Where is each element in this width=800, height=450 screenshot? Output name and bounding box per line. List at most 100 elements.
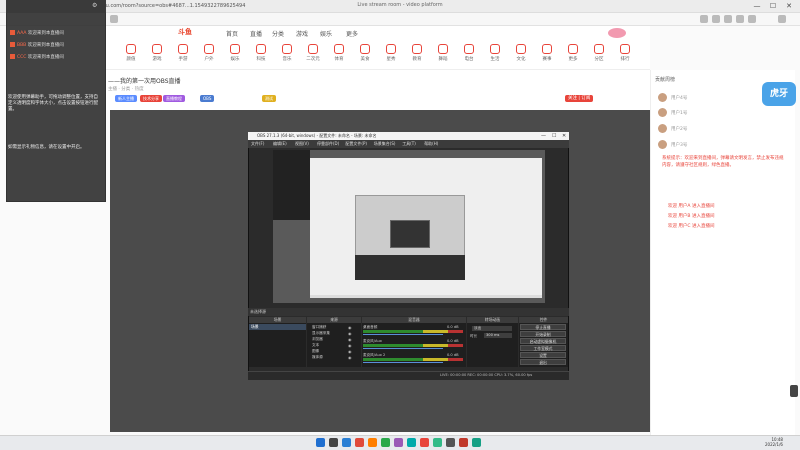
category-item[interactable]: 二次元 <box>302 44 324 68</box>
obs-menu-item[interactable]: 编辑(E) <box>273 141 287 147</box>
obs-control-button[interactable]: 停止直播 <box>520 324 566 330</box>
taskbar-app-icon[interactable] <box>406 438 416 447</box>
category-item[interactable]: 电台 <box>458 44 480 68</box>
taskbar-app-icon[interactable] <box>432 438 442 447</box>
category-item[interactable]: 生活 <box>484 44 506 68</box>
category-item[interactable]: 舞蹈 <box>432 44 454 68</box>
category-item[interactable]: 户外 <box>198 44 220 68</box>
category-item[interactable]: 体育 <box>328 44 350 68</box>
follow-button[interactable]: 关注 | 订阅 <box>565 95 594 102</box>
taskbar-app-icon[interactable] <box>419 438 429 447</box>
room-tag[interactable]: 测试 <box>262 95 276 102</box>
obs-menu-item[interactable]: 文件(F) <box>251 141 264 147</box>
obs-maximize-button[interactable]: ☐ <box>552 133 556 139</box>
eye-icon[interactable]: ◉ <box>348 349 352 354</box>
star-icon[interactable] <box>700 15 708 23</box>
category-item[interactable]: 分区 <box>588 44 610 68</box>
obs-control-button[interactable]: 工作室模式 <box>520 345 566 351</box>
nav-item-category[interactable]: 分类 <box>272 29 284 38</box>
rank-row[interactable]: 用户2号 <box>658 124 758 134</box>
category-item[interactable]: 颜值 <box>120 44 142 68</box>
taskbar-app-icon[interactable] <box>458 438 468 447</box>
taskbar-app-icon[interactable] <box>367 438 377 447</box>
nav-item-ent[interactable]: 娱乐 <box>320 29 332 38</box>
eye-icon[interactable]: ◉ <box>348 343 352 348</box>
back-icon[interactable] <box>110 15 118 23</box>
volume-slider[interactable] <box>363 348 443 349</box>
nav-item-live[interactable]: 直播 <box>250 29 262 38</box>
category-item[interactable]: 赛事 <box>536 44 558 68</box>
category-item[interactable]: 音乐 <box>276 44 298 68</box>
transition-select[interactable]: 淡出 <box>472 326 512 331</box>
user-avatar[interactable] <box>608 28 626 38</box>
room-tag[interactable]: OBS <box>200 95 215 102</box>
taskbar-app-icon[interactable] <box>445 438 455 447</box>
obs-control-button[interactable]: 退出 <box>520 359 566 365</box>
duration-field[interactable]: 300 ms <box>484 333 512 338</box>
obs-control-button[interactable]: 启动虚拟摄像机 <box>520 338 566 344</box>
site-logo[interactable]: 斗鱼 <box>178 27 210 37</box>
obs-menu-item[interactable]: 停靠部件(D) <box>317 141 339 147</box>
promo-badge[interactable]: 虎牙 <box>762 82 796 106</box>
gift-icon <box>10 30 15 35</box>
menu-icon[interactable] <box>778 15 786 23</box>
category-item[interactable]: 娱乐 <box>224 44 246 68</box>
category-item[interactable]: 更多 <box>562 44 584 68</box>
volume-slider[interactable] <box>363 362 443 363</box>
close-button[interactable]: ✕ <box>784 2 794 10</box>
maximize-button[interactable]: ☐ <box>768 2 778 10</box>
obs-control-button[interactable]: 开始录制 <box>520 331 566 337</box>
extensions-icon[interactable] <box>712 15 720 23</box>
taskbar-app-icon[interactable] <box>315 438 325 447</box>
room-tag[interactable]: 技术分享 <box>140 95 162 102</box>
taskbar-app-icon[interactable] <box>380 438 390 447</box>
url-field[interactable]: https://www.douyu.com/room?source=obs#46… <box>62 2 622 11</box>
category-item[interactable]: 游戏 <box>146 44 168 68</box>
nav-item-games[interactable]: 游戏 <box>296 29 308 38</box>
eye-icon[interactable]: ◉ <box>348 355 352 360</box>
collections-icon[interactable] <box>724 15 732 23</box>
obs-menu-item[interactable]: 视图(V) <box>295 141 309 147</box>
obs-status-text: LIVE: 00:00:00 REC: 00:00:00 CPU: 3.7%, … <box>440 373 533 377</box>
eye-icon[interactable]: ◉ <box>348 331 352 336</box>
profile-icon[interactable] <box>748 15 756 23</box>
volume-meter <box>363 344 463 347</box>
obs-minimize-button[interactable]: — <box>541 133 546 139</box>
taskbar-app-icon[interactable] <box>471 438 481 447</box>
volume-slider[interactable] <box>363 334 443 335</box>
scroll-button[interactable] <box>790 385 798 397</box>
download-icon[interactable] <box>736 15 744 23</box>
category-item[interactable]: 手游 <box>172 44 194 68</box>
obs-menu-item[interactable]: 配置文件(P) <box>345 141 367 147</box>
eye-icon[interactable]: ◉ <box>348 337 352 342</box>
obs-menu-item[interactable]: 场景集合(S) <box>374 141 396 147</box>
room-tag[interactable]: 直播教程 <box>163 95 185 102</box>
taskbar-app-icon[interactable] <box>393 438 403 447</box>
taskbar-app-icon[interactable] <box>354 438 364 447</box>
obs-menu-item[interactable]: 帮助(H) <box>424 141 438 147</box>
chat-line: 欢迎 用户A 进入直播间 <box>668 204 715 209</box>
gear-icon[interactable]: ⚙ <box>92 3 98 9</box>
nav-item-home[interactable]: 首页 <box>226 29 238 38</box>
scene-item[interactable]: 场景 <box>249 324 306 330</box>
obs-close-button[interactable]: ✕ <box>562 133 566 139</box>
obs-control-button[interactable]: 设置 <box>520 352 566 358</box>
obs-menu-item[interactable]: 工具(T) <box>402 141 416 147</box>
taskbar-app-icon[interactable] <box>328 438 338 447</box>
rank-row[interactable]: 用户4号 <box>658 93 758 103</box>
category-item[interactable]: 科技 <box>250 44 272 68</box>
room-tag[interactable]: 新人主播 <box>115 95 137 102</box>
rank-row[interactable]: 用户1号 <box>658 108 758 118</box>
category-item[interactable]: 星秀 <box>380 44 402 68</box>
eye-icon[interactable]: ◉ <box>348 325 352 330</box>
category-item[interactable]: 教育 <box>406 44 428 68</box>
chat-overlay-titlebar[interactable] <box>6 0 106 13</box>
category-item[interactable]: 排行 <box>614 44 636 68</box>
taskbar-app-icon[interactable] <box>341 438 351 447</box>
minimize-button[interactable]: — <box>752 2 762 10</box>
nav-item-more[interactable]: 更多 <box>346 29 358 38</box>
category-item[interactable]: 文化 <box>510 44 532 68</box>
taskbar-clock[interactable]: 10:48 2022/1/6 <box>765 437 783 447</box>
category-item[interactable]: 美食 <box>354 44 376 68</box>
rank-row[interactable]: 用户3号 <box>658 140 758 150</box>
